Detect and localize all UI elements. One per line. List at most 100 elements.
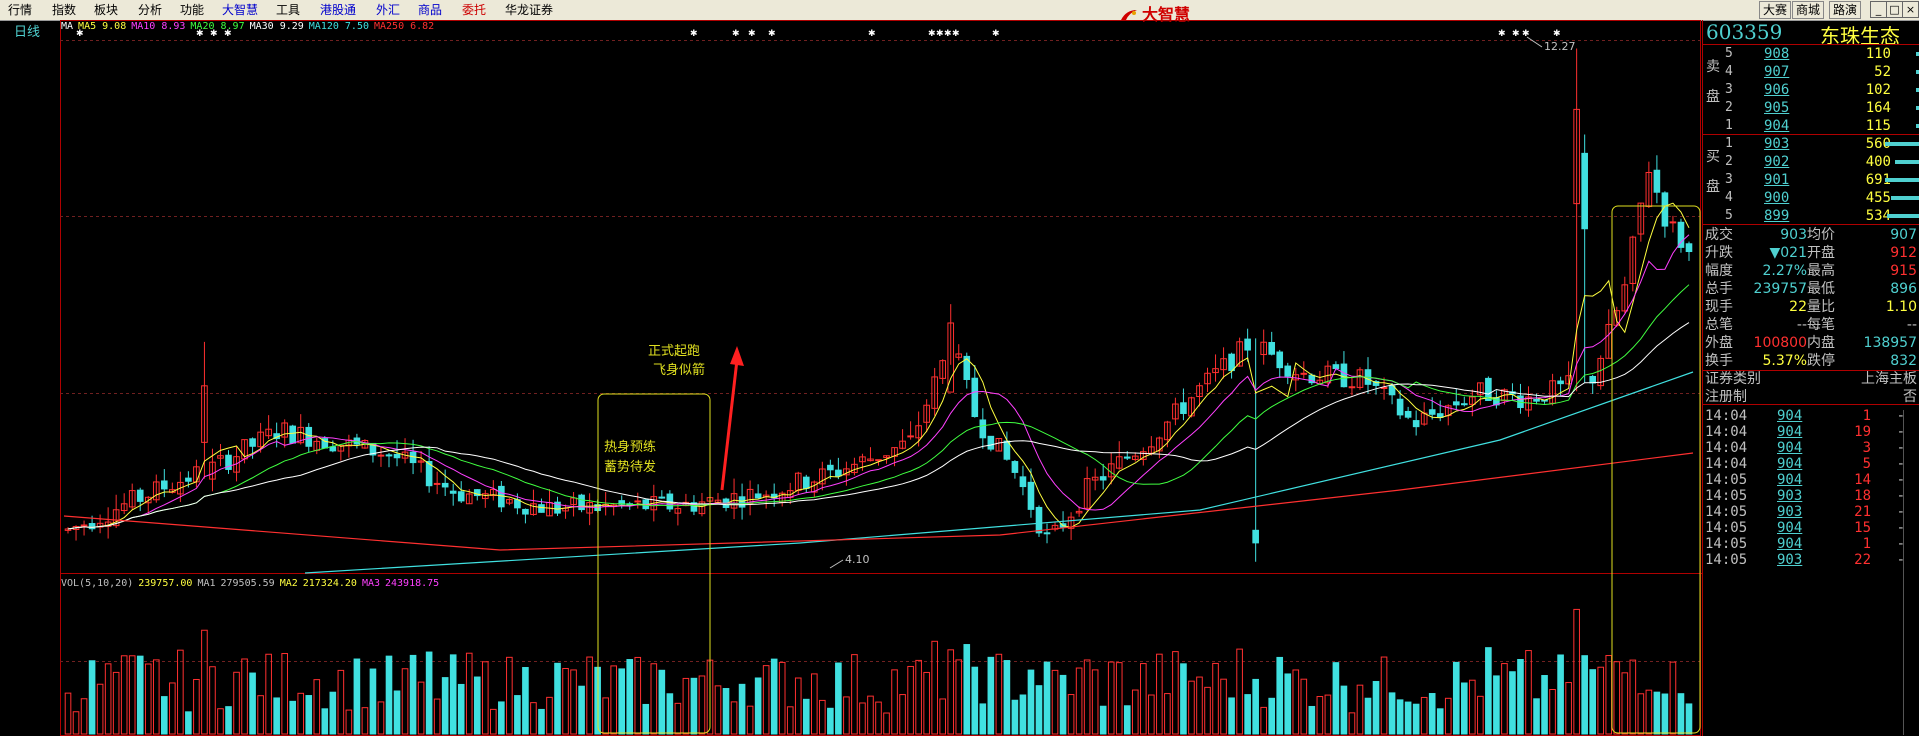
sell-row-5[interactable]: 5 908 110 [1720, 46, 1919, 63]
volume-bar [618, 668, 626, 735]
menu-item-9[interactable]: 商品 [418, 3, 442, 17]
sell-price[interactable]: 907 [1764, 64, 1789, 80]
close-window-button[interactable]: × [1902, 1, 1919, 18]
menu-item-2[interactable]: 板块 [94, 3, 118, 17]
sell-price[interactable]: 908 [1764, 46, 1789, 62]
buy-row-1[interactable]: 1 903 560 [1720, 136, 1919, 153]
volume-bar [1164, 693, 1171, 735]
buy-row-2[interactable]: 2 902 400 [1720, 154, 1919, 171]
ma-legend-item: MA10 8.93 [131, 21, 186, 32]
stat-label: 总笔 [1705, 317, 1733, 333]
stat-value: 903 [1780, 227, 1807, 243]
stat-label: 成交 [1705, 227, 1733, 243]
volume-bar [1252, 678, 1259, 735]
menu-item-10[interactable]: 委托 [462, 3, 486, 17]
buy-row-3[interactable]: 3 901 691 [1720, 172, 1919, 189]
candle-body [1043, 532, 1051, 535]
candle-body [987, 435, 995, 450]
buy-price[interactable]: 901 [1764, 172, 1789, 188]
volume-bar [1035, 685, 1043, 735]
top-button-1[interactable]: 商城 [1792, 1, 1824, 19]
sell-price[interactable]: 906 [1764, 82, 1789, 98]
buy-price[interactable]: 903 [1764, 136, 1789, 152]
candle-body [1404, 410, 1412, 418]
volume-bar [1244, 694, 1251, 735]
stock-code[interactable]: 603359 [1706, 20, 1782, 44]
buy-depth-bar [1891, 196, 1919, 200]
volume-bar [1613, 661, 1621, 735]
menu-item-7[interactable]: 港股通 [320, 3, 356, 17]
volume-bar [185, 711, 192, 735]
menu-item-3[interactable]: 分析 [138, 3, 162, 17]
volume-bar [891, 669, 898, 735]
chart-frame [60, 20, 1701, 736]
volume-bar [1228, 697, 1235, 735]
tick-volume: 1 [1862, 408, 1871, 424]
volume-bar [112, 671, 120, 735]
candle-body [538, 504, 545, 513]
sell-row-1[interactable]: 1 904 115 [1720, 118, 1919, 135]
volume-bar [1011, 699, 1019, 735]
kline-chart[interactable]: 热身预练蓄势待发正式起跑飞身似箭12.274.10✱ ✱ ✱ ✱ ✱ ✱ ✱ ✱ ✱ ✱ ✱ ✱ ✱ ✱ ✱… [0, 20, 1702, 736]
menu-item-5[interactable]: 大智慧 [222, 3, 258, 17]
buy-row-4[interactable]: 4 900 455 [1720, 190, 1919, 207]
volume-bar [1268, 697, 1276, 735]
top-button-2[interactable]: 路演 [1829, 1, 1861, 19]
volume-bar [1469, 679, 1476, 735]
ma10-line [67, 234, 1690, 530]
volume-bar [1669, 661, 1677, 735]
candle-body [1300, 372, 1308, 375]
stat-label: 外盘 [1705, 335, 1733, 351]
volume-bar [152, 659, 160, 735]
tick-time: 14:05 [1705, 552, 1748, 568]
volume-bar [104, 663, 112, 735]
menu-item-11[interactable]: 华龙证券 [505, 3, 553, 17]
volume-bar [1685, 703, 1693, 735]
volume-bar [827, 707, 834, 735]
menu-item-6[interactable]: 工具 [276, 3, 300, 17]
candle-body [1340, 363, 1348, 388]
buy-price[interactable]: 900 [1764, 190, 1789, 206]
candle-body [160, 480, 168, 490]
volume-bar [979, 703, 987, 735]
volume-bar [1645, 689, 1653, 735]
menu-item-8[interactable]: 外汇 [376, 3, 400, 17]
buy-row-5[interactable]: 5 899 534 [1720, 208, 1919, 225]
buy-price[interactable]: 902 [1764, 154, 1789, 170]
tick-time: 14:05 [1705, 472, 1748, 488]
volume-bar [698, 675, 706, 735]
volume-bar [602, 697, 609, 735]
maximize-window-button[interactable]: □ [1886, 1, 1903, 18]
volume-bar [802, 698, 810, 735]
sell-price[interactable]: 905 [1764, 100, 1789, 116]
buy-price[interactable]: 899 [1764, 208, 1789, 224]
volume-bar [642, 703, 650, 735]
volume-bar [345, 709, 353, 735]
volume-bar [409, 654, 417, 735]
sell-row-3[interactable]: 3 906 102 [1720, 82, 1919, 99]
candle-body [907, 435, 914, 438]
stat-value: 22 [1789, 299, 1807, 315]
minimize-window-button[interactable]: _ [1870, 1, 1887, 18]
volume-bar [1677, 693, 1685, 735]
sell-row-2[interactable]: 2 905 164 [1720, 100, 1919, 117]
volume-bar [971, 666, 979, 735]
volume-bar [233, 671, 240, 735]
top-button-0[interactable]: 大赛 [1759, 1, 1791, 19]
stat-value: 239757 [1753, 281, 1807, 297]
buy-level: 1 [1725, 136, 1733, 151]
menu-item-1[interactable]: 指数 [52, 3, 76, 17]
sell-row-4[interactable]: 4 907 52 [1720, 64, 1919, 81]
candle-body [658, 496, 666, 499]
menu-item-4[interactable]: 功能 [180, 3, 204, 17]
candle-body [1533, 398, 1540, 402]
sell-price[interactable]: 904 [1764, 118, 1789, 134]
menu-item-0[interactable]: 行情 [8, 3, 32, 17]
volume-bar [963, 644, 971, 735]
volume-bar [321, 708, 329, 735]
volume-bar [1148, 694, 1155, 735]
tick-scrollbar[interactable] [1903, 410, 1916, 735]
volume-bar [1661, 693, 1669, 735]
volume-bar [1581, 655, 1588, 735]
volume-bar [714, 685, 722, 735]
